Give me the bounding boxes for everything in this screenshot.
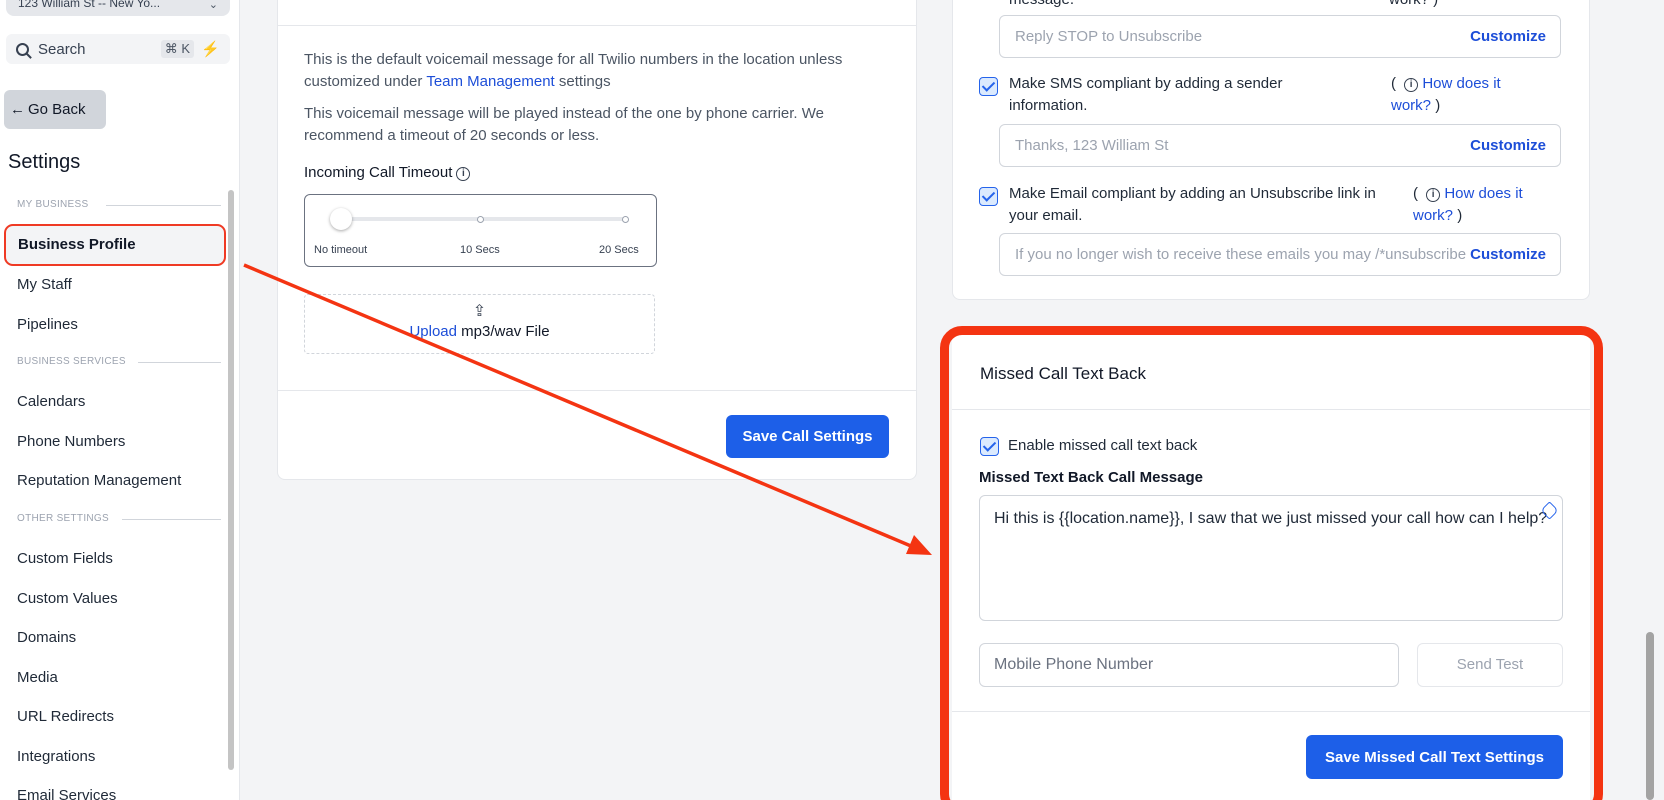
settings-sidebar: 123 William St -- New Yo... ⌄ Search ⌘ K… bbox=[0, 0, 240, 800]
sidebar-item-phone-numbers[interactable]: Phone Numbers bbox=[17, 433, 125, 450]
search-bar[interactable]: Search ⌘ K ⚡ bbox=[6, 34, 230, 64]
arrow-head bbox=[906, 535, 932, 555]
stop-label-partial: message. bbox=[1009, 0, 1074, 11]
stop-how-partial[interactable]: work? ) bbox=[1389, 0, 1438, 11]
search-label: Search bbox=[38, 40, 86, 58]
paren-close: ) bbox=[1435, 97, 1441, 114]
voicemail-note: This voicemail message will be played in… bbox=[304, 105, 824, 144]
sidebar-item-label: Business Profile bbox=[18, 236, 136, 253]
slider-tick bbox=[622, 216, 629, 223]
divider bbox=[278, 390, 916, 391]
section-other-settings: OTHER SETTINGS bbox=[17, 513, 109, 524]
slider-label-20-secs: 20 Secs bbox=[599, 244, 639, 256]
chevron-down-icon: ⌄ bbox=[208, 0, 218, 11]
page-scrollbar[interactable] bbox=[1646, 632, 1654, 800]
section-my-business: MY BUSINESS bbox=[17, 199, 89, 210]
email-compliant-label: Make Email compliant by adding an Unsubs… bbox=[1009, 185, 1376, 224]
timeout-label: Incoming Call Timeout i bbox=[304, 164, 471, 181]
search-shortcut: ⌘ K bbox=[160, 40, 194, 58]
save-call-settings-button[interactable]: Save Call Settings bbox=[726, 415, 889, 458]
sidebar-item-business-profile[interactable]: Business Profile bbox=[4, 224, 226, 266]
settings-title: Settings bbox=[8, 151, 81, 173]
sidebar-item-custom-fields[interactable]: Custom Fields bbox=[17, 550, 113, 567]
team-management-link[interactable]: Team Management bbox=[426, 73, 554, 90]
upload-icon: ⇪ bbox=[472, 303, 487, 320]
paren-open: ( bbox=[1391, 75, 1396, 92]
arrow-left-icon: ← bbox=[10, 101, 25, 118]
sidebar-scrollbar[interactable] bbox=[228, 190, 234, 770]
divider bbox=[138, 362, 221, 363]
email-how-link[interactable]: ( i How does it work? ) bbox=[1413, 183, 1553, 227]
sidebar-item-url-redirects[interactable]: URL Redirects bbox=[17, 708, 114, 725]
lightning-icon[interactable]: ⚡ bbox=[201, 40, 220, 58]
location-name: 123 William St -- New Yo... bbox=[18, 0, 161, 10]
paren-close: ) bbox=[1457, 207, 1463, 224]
timeout-slider[interactable]: No timeout 10 Secs 20 Secs bbox=[304, 194, 657, 267]
sms-how-link[interactable]: ( i How does it work? ) bbox=[1391, 73, 1531, 117]
customize-stop-button[interactable]: Customize bbox=[1466, 28, 1546, 45]
section-business-services: BUSINESS SERVICES bbox=[17, 356, 126, 367]
sms-compliant-label: Make SMS compliant by adding a sender in… bbox=[1009, 75, 1283, 114]
compliance-card: message. work? ) Reply STOP to Unsubscri… bbox=[952, 0, 1590, 300]
paren-open: ( bbox=[1413, 185, 1418, 202]
slider-label-10-secs: 10 Secs bbox=[460, 244, 500, 256]
sidebar-item-media[interactable]: Media bbox=[17, 669, 58, 686]
highlight-frame bbox=[940, 326, 1603, 800]
email-unsubscribe-input[interactable]: If you no longer wish to receive these e… bbox=[999, 233, 1561, 276]
timeout-label-text: Incoming Call Timeout bbox=[304, 164, 453, 181]
upload-text: mp3/wav File bbox=[461, 323, 550, 340]
customize-email-button[interactable]: Customize bbox=[1466, 246, 1546, 263]
voicemail-description: This is the default voicemail message fo… bbox=[304, 49, 884, 93]
upload-link[interactable]: Upload bbox=[409, 323, 457, 340]
sms-sender-input[interactable]: Thanks, 123 William St Customize bbox=[999, 124, 1561, 167]
email-placeholder: If you no longer wish to receive these e… bbox=[1015, 246, 1477, 263]
divider bbox=[278, 25, 916, 26]
call-settings-card: This is the default voicemail message fo… bbox=[277, 0, 917, 480]
sidebar-item-custom-values[interactable]: Custom Values bbox=[17, 590, 118, 607]
sidebar-item-email-services[interactable]: Email Services bbox=[17, 787, 116, 800]
info-icon: i bbox=[1426, 188, 1441, 202]
sms-placeholder: Thanks, 123 William St bbox=[1015, 137, 1169, 154]
location-selector[interactable]: 123 William St -- New Yo... ⌄ bbox=[6, 0, 230, 16]
slider-tick bbox=[477, 216, 484, 223]
go-back-label: Go Back bbox=[28, 101, 86, 118]
slider-thumb[interactable] bbox=[330, 208, 352, 230]
upload-dropzone[interactable]: ⇪ Upload mp3/wav File bbox=[304, 294, 655, 354]
divider bbox=[106, 205, 221, 206]
slider-label-no-timeout: No timeout bbox=[314, 244, 368, 256]
sidebar-item-domains[interactable]: Domains bbox=[17, 629, 76, 646]
email-compliant-checkbox[interactable] bbox=[979, 187, 998, 206]
sms-compliant-checkbox[interactable] bbox=[979, 77, 998, 96]
info-icon[interactable]: i bbox=[456, 167, 471, 181]
sidebar-item-reputation-management[interactable]: Reputation Management bbox=[17, 472, 181, 489]
voicemail-text-end: settings bbox=[558, 73, 611, 90]
divider bbox=[122, 519, 221, 520]
search-icon bbox=[16, 42, 29, 56]
stop-placeholder: Reply STOP to Unsubscribe bbox=[1015, 28, 1203, 45]
go-back-button[interactable]: ← Go Back bbox=[4, 90, 106, 129]
sidebar-item-pipelines[interactable]: Pipelines bbox=[17, 316, 78, 333]
sidebar-item-integrations[interactable]: Integrations bbox=[17, 748, 95, 765]
stop-message-input[interactable]: Reply STOP to Unsubscribe Customize bbox=[999, 15, 1561, 58]
info-icon: i bbox=[1404, 78, 1419, 92]
customize-sms-button[interactable]: Customize bbox=[1466, 137, 1546, 154]
sidebar-item-calendars[interactable]: Calendars bbox=[17, 393, 85, 410]
sidebar-item-my-staff[interactable]: My Staff bbox=[17, 276, 72, 293]
